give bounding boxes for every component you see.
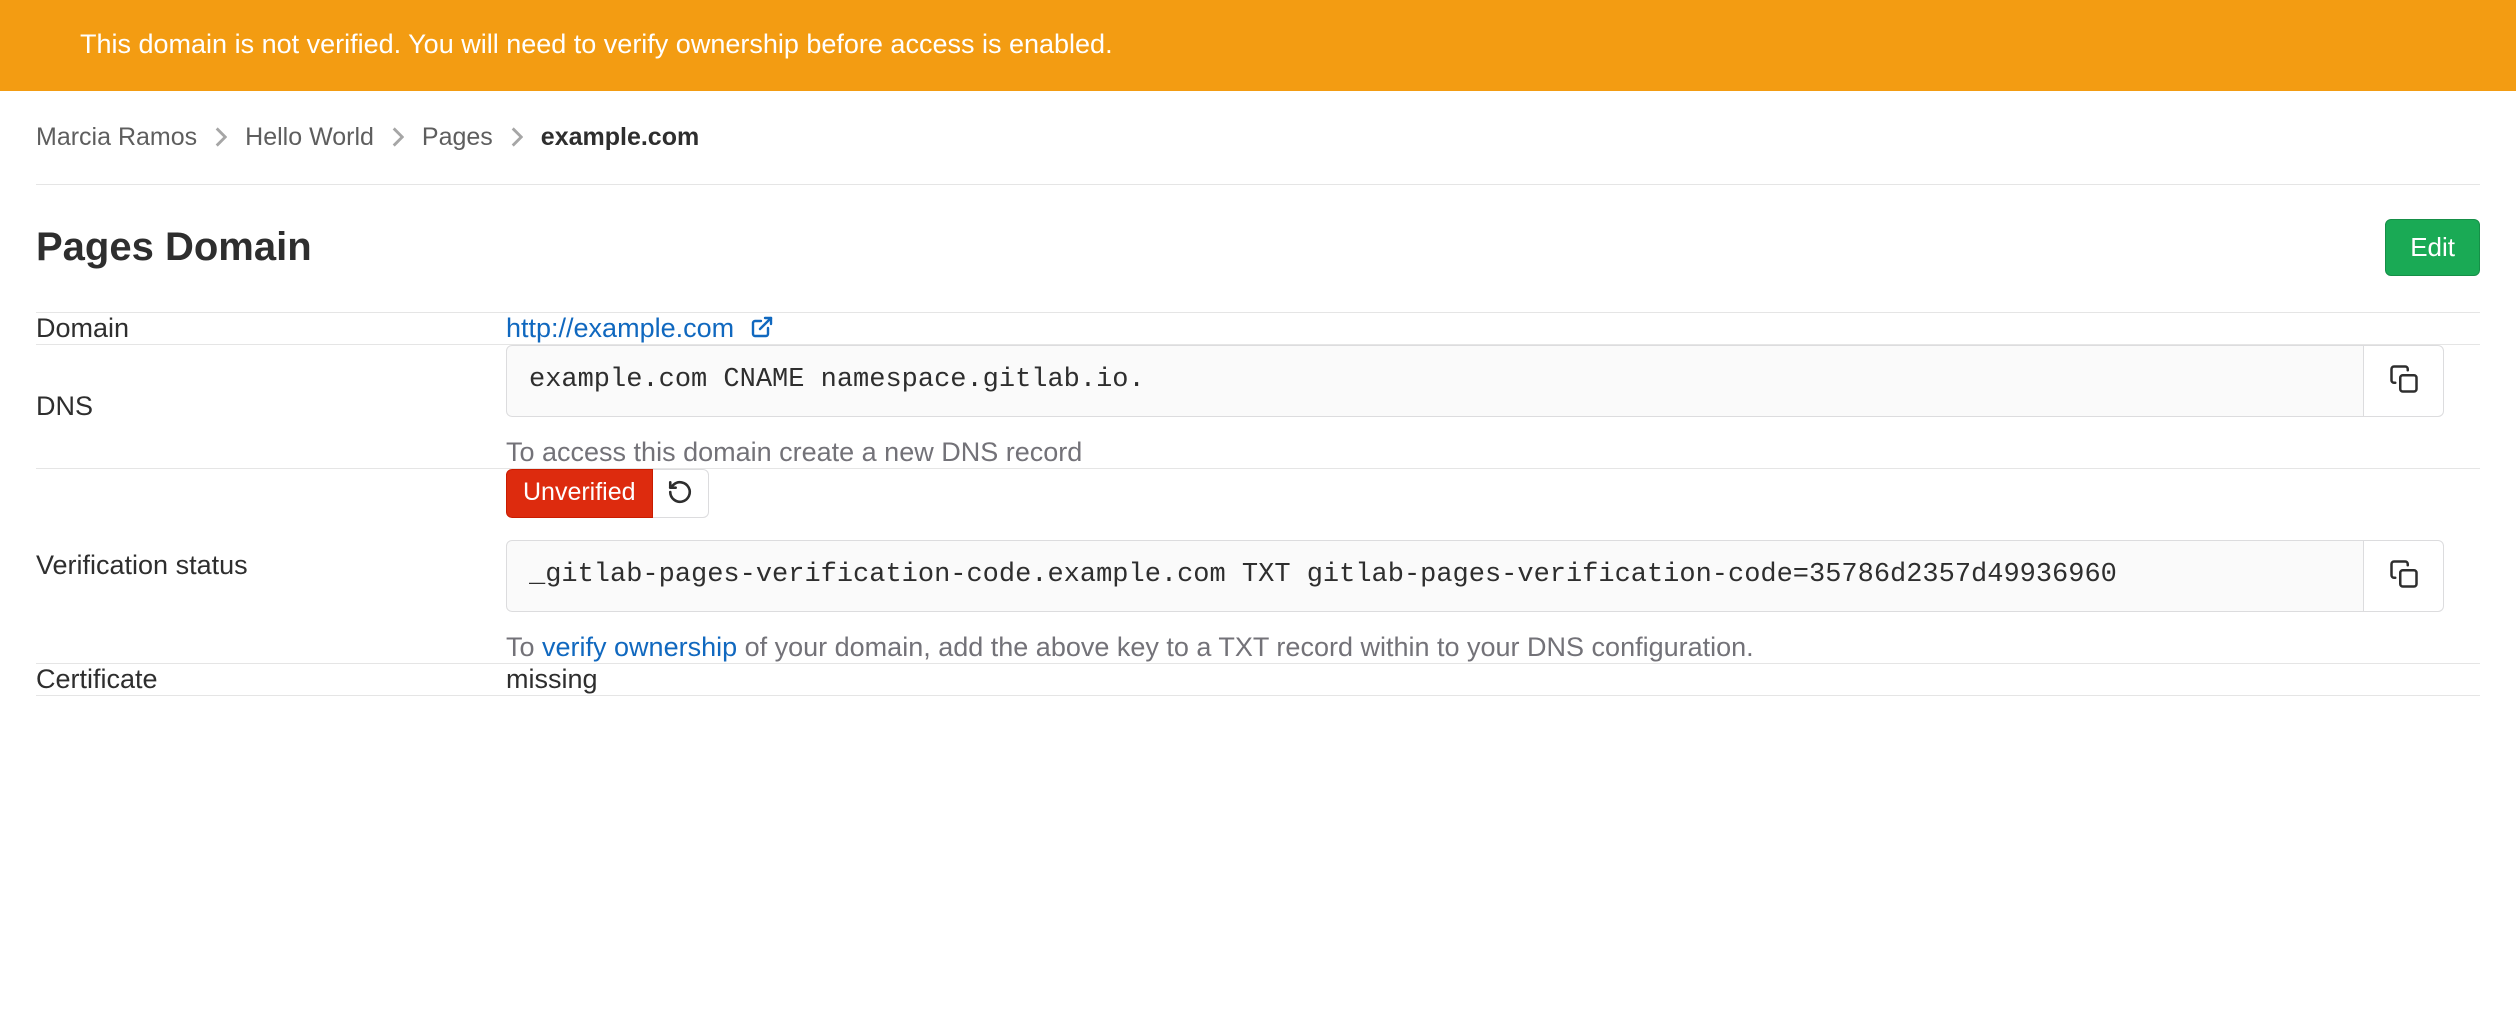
breadcrumb-item-pages[interactable]: Pages [422,123,493,152]
status-badge-unverified: Unverified [506,469,653,518]
row-certificate: Certificate missing [36,663,2480,695]
dns-label: DNS [36,344,506,468]
breadcrumb-item-project[interactable]: Hello World [245,123,374,152]
row-verification: Verification status Unverified [36,468,2480,663]
verification-badge-row: Unverified [506,469,2480,518]
verification-hint-after: of your domain, add the above key to a T… [737,632,1754,662]
row-dns: DNS To access this domain create a new D… [36,344,2480,468]
details-table: Domain http://example.com DNS [36,312,2480,696]
alert-text: This domain is not verified. You will ne… [80,29,1113,59]
dns-record-input[interactable] [506,345,2364,417]
domain-label: Domain [36,312,506,344]
retry-icon [667,479,693,508]
verification-label: Verification status [36,468,506,663]
page-title: Pages Domain [36,225,312,270]
verification-hint: To verify ownership of your domain, add … [506,632,2480,663]
edit-button[interactable]: Edit [2385,219,2480,276]
verification-record-group [506,540,2444,612]
chevron-right-icon [511,127,523,147]
dns-hint: To access this domain create a new DNS r… [506,437,2480,468]
breadcrumb-item-current: example.com [541,123,699,152]
verification-record-input[interactable] [506,540,2364,612]
domain-link[interactable]: http://example.com [506,313,774,343]
verification-hint-before: To [506,632,542,662]
dns-record-group [506,345,2444,417]
chevron-right-icon [392,127,404,147]
copy-verification-button[interactable] [2364,540,2444,612]
page-header: Pages Domain Edit [36,185,2480,312]
copy-dns-button[interactable] [2364,345,2444,417]
breadcrumb: Marcia Ramos Hello World Pages example.c… [36,91,2480,185]
row-domain: Domain http://example.com [36,312,2480,344]
copy-icon [2389,364,2419,397]
external-link-icon [750,315,774,339]
alert-banner: This domain is not verified. You will ne… [0,0,2516,91]
breadcrumb-item-user[interactable]: Marcia Ramos [36,123,197,152]
chevron-right-icon [215,127,227,147]
copy-icon [2389,559,2419,592]
domain-url-text: http://example.com [506,313,734,343]
retry-verification-button[interactable] [653,469,709,518]
verify-ownership-link[interactable]: verify ownership [542,632,737,662]
certificate-label: Certificate [36,663,506,695]
certificate-value: missing [506,664,598,694]
